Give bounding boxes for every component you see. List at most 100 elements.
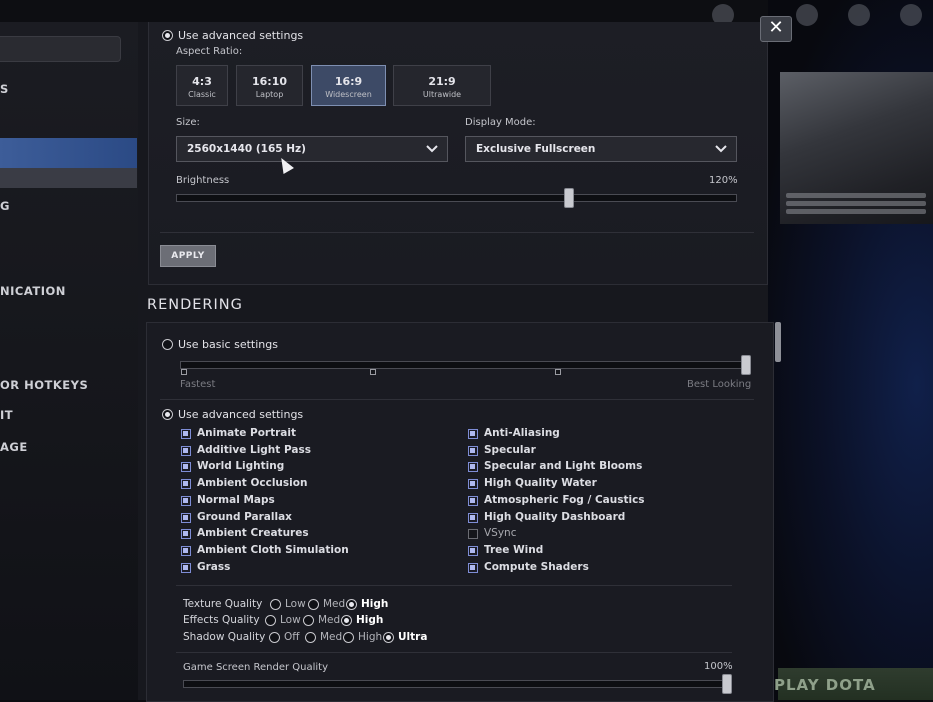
chevron-down-icon — [425, 142, 439, 156]
brightness-slider[interactable] — [176, 194, 737, 202]
scrollbar-thumb[interactable] — [775, 322, 781, 362]
option-checkbox[interactable] — [181, 429, 191, 439]
option-checkbox[interactable] — [181, 529, 191, 540]
size-value: 2560x1440 (165 Hz) — [187, 143, 306, 155]
settings-gear-icon[interactable] — [900, 4, 922, 26]
settings-sidebar — [0, 22, 139, 700]
effects-quality-radio[interactable] — [265, 615, 276, 626]
best-looking-label: Best Looking — [687, 379, 752, 390]
option-checkbox[interactable] — [181, 445, 191, 456]
play-dota-button[interactable]: PLAY DOTA — [774, 668, 933, 700]
option-label: Ambient Occlusion — [197, 477, 308, 490]
shadow-quality-radio[interactable] — [383, 632, 394, 643]
texture-quality-radio[interactable] — [346, 599, 357, 610]
display-advanced-radio[interactable] — [162, 30, 173, 41]
option-checkbox[interactable] — [468, 545, 478, 556]
option-checkbox[interactable] — [181, 512, 191, 523]
display-mode-value: Exclusive Fullscreen — [476, 143, 596, 155]
rendering-basic-radio[interactable] — [162, 339, 173, 350]
option-label: High Quality Water — [484, 477, 597, 490]
shadow-quality-radio[interactable] — [269, 632, 280, 643]
option-label: Anti-Aliasing — [484, 427, 560, 439]
option-checkbox[interactable] — [468, 429, 478, 439]
rendering-basic-slider[interactable] — [180, 361, 750, 369]
texture-quality-radio[interactable] — [308, 599, 319, 610]
option-checkbox[interactable] — [468, 495, 478, 506]
option-checkbox[interactable] — [181, 562, 191, 573]
brightness-label: Brightness — [176, 175, 230, 186]
rendering-advanced-radio[interactable] — [162, 409, 173, 420]
render-quality-slider-handle[interactable] — [722, 674, 732, 694]
option-label: Ground Parallax — [197, 510, 292, 523]
close-button[interactable]: ✕ — [760, 16, 792, 42]
sidebar-item[interactable]: IT — [0, 408, 13, 422]
rendering-basic-slider-handle[interactable] — [741, 355, 751, 375]
aspect-16-9-button[interactable]: 16:9 Widescreen — [311, 65, 386, 106]
effects-quality-radio[interactable] — [303, 615, 314, 626]
menu-icon[interactable] — [848, 4, 870, 26]
brightness-slider-handle[interactable] — [563, 188, 574, 208]
shadow-quality-radio[interactable] — [305, 632, 316, 643]
render-quality-value: 100% — [704, 661, 733, 672]
aspect-ratio-text: 16:10 — [251, 75, 287, 88]
texture-quality-option: High — [361, 598, 389, 610]
texture-quality-radio[interactable] — [270, 599, 281, 610]
option-label: VSync — [484, 527, 517, 540]
option-checkbox[interactable] — [181, 545, 191, 556]
option-label: Ambient Cloth Simulation — [197, 543, 349, 556]
option-label: World Lighting — [197, 460, 285, 473]
option-label: Ambient Creatures — [197, 527, 309, 540]
sidebar-item[interactable]: AGE — [0, 440, 28, 454]
option-label: Normal Maps — [197, 493, 275, 506]
aspect-4-3-button[interactable]: 4:3 Classic — [176, 65, 228, 106]
slider-tick — [370, 369, 376, 375]
sidebar-search-input[interactable] — [0, 36, 121, 62]
aspect-name-text: Ultrawide — [422, 90, 462, 99]
option-checkbox[interactable] — [181, 462, 191, 473]
sidebar-item-active[interactable] — [0, 138, 137, 168]
option-checkbox[interactable] — [468, 462, 478, 473]
shadow-quality-option: Ultra — [398, 631, 428, 643]
apply-button[interactable]: APPLY — [160, 245, 216, 267]
option-checkbox[interactable] — [181, 479, 191, 490]
texture-quality-option: Low — [285, 598, 306, 610]
aspect-name-text: Widescreen — [325, 90, 372, 99]
option-label: Compute Shaders — [484, 560, 589, 573]
sidebar-item[interactable]: S — [0, 82, 9, 96]
sidebar-item[interactable]: OR HOTKEYS — [0, 378, 88, 392]
rendering-divider — [160, 399, 754, 400]
notification-icon[interactable] — [796, 4, 818, 26]
option-checkbox[interactable] — [468, 512, 478, 523]
rendering-basic-label: Use basic settings — [178, 338, 278, 351]
shadow-quality-label: Shadow Quality — [183, 631, 266, 643]
rendering-advanced-label: Use advanced settings — [178, 408, 304, 421]
aspect-ratio-text: 16:9 — [334, 75, 363, 88]
option-checkbox[interactable] — [468, 529, 478, 540]
option-checkbox[interactable] — [468, 562, 478, 573]
sidebar-subitem-active[interactable] — [0, 168, 137, 188]
display-advanced-label: Use advanced settings — [178, 29, 304, 42]
option-label: Specular and Light Blooms — [484, 460, 643, 473]
sidebar-item[interactable]: G — [0, 199, 10, 213]
option-label: Atmospheric Fog / Caustics — [484, 493, 645, 506]
aspect-21-9-button[interactable]: 21:9 Ultrawide — [393, 65, 491, 106]
aspect-name-text: Laptop — [255, 90, 284, 99]
display-mode-dropdown[interactable]: Exclusive Fullscreen — [465, 136, 737, 162]
shadow-quality-radio[interactable] — [343, 632, 354, 643]
option-label: Specular — [484, 443, 536, 456]
display-mode-label: Display Mode: — [465, 117, 536, 128]
aspect-16-10-button[interactable]: 16:10 Laptop — [236, 65, 303, 106]
slider-tick — [181, 369, 187, 375]
option-label: Grass — [197, 560, 231, 573]
shadow-quality-option: Off — [284, 631, 300, 643]
effects-quality-radio[interactable] — [341, 615, 352, 626]
fastest-label: Fastest — [180, 379, 216, 390]
render-quality-slider[interactable] — [183, 680, 730, 688]
sidebar-item[interactable]: NICATION — [0, 284, 66, 298]
slider-tick — [555, 369, 561, 375]
option-checkbox[interactable] — [468, 479, 478, 490]
option-checkbox[interactable] — [468, 445, 478, 456]
size-dropdown[interactable]: 2560x1440 (165 Hz) — [176, 136, 448, 162]
option-checkbox[interactable] — [181, 495, 191, 506]
effects-quality-option: Low — [280, 614, 301, 626]
